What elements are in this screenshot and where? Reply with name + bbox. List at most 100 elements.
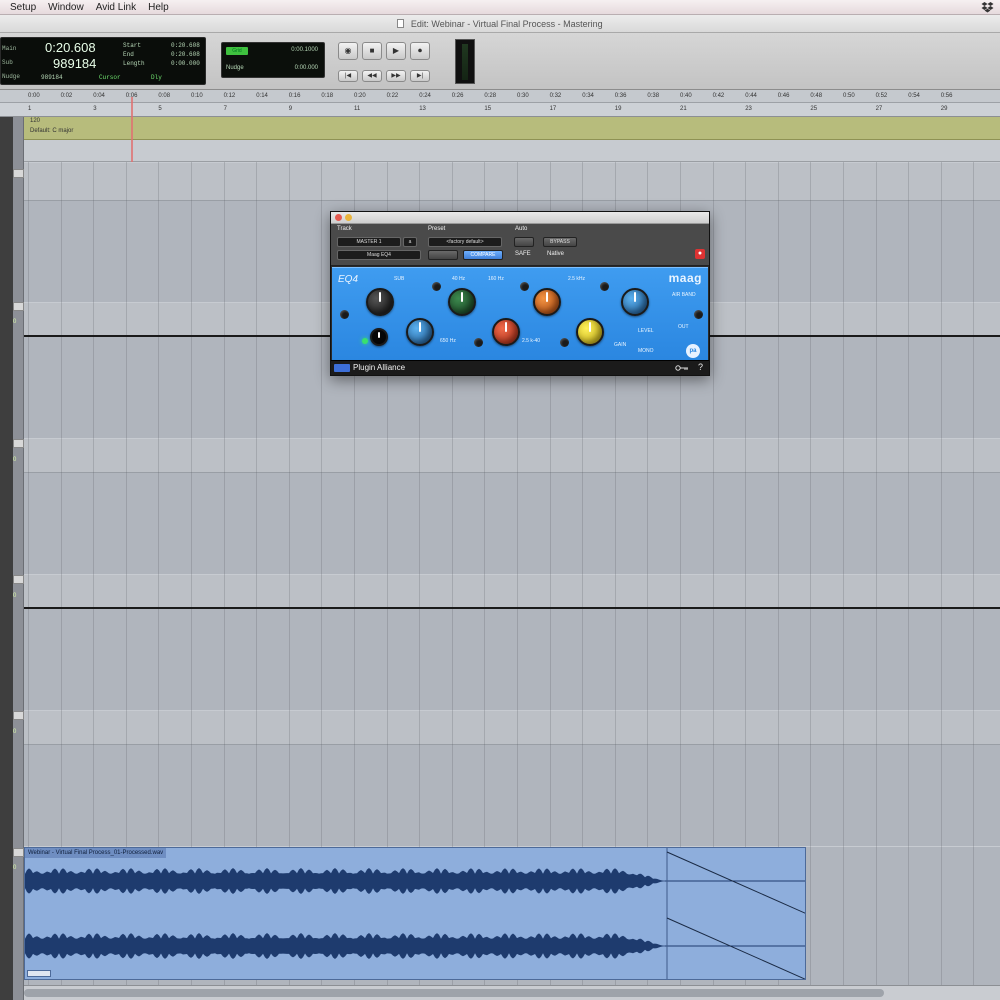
input-knob[interactable] <box>370 328 388 346</box>
ruler-time-label: 0:22 <box>386 93 399 99</box>
plugin-alliance-logo-icon <box>334 364 350 372</box>
track-header-button[interactable] <box>13 575 24 584</box>
nudge-value[interactable]: 0:00.000 <box>295 65 318 71</box>
ruler-time-label: 0:18 <box>321 93 334 99</box>
menu-setup[interactable]: Setup <box>10 2 36 13</box>
2-5khz-gain-knob[interactable] <box>533 288 561 316</box>
plugin-power-icon[interactable]: ● <box>695 249 705 259</box>
fade-out-curve[interactable] <box>666 851 806 914</box>
sub-gain-knob[interactable] <box>366 288 394 316</box>
start-value[interactable]: 0:20.608 <box>171 42 200 49</box>
fast-forward-button[interactable]: ▶▶ <box>386 70 406 82</box>
preset-selector[interactable]: <factory default> <box>428 237 502 247</box>
track-list-edge <box>0 117 13 1000</box>
tempo-marker[interactable]: 120 <box>30 118 40 124</box>
track-volume: 0 <box>13 729 17 735</box>
cursor-label: Cursor <box>99 74 121 81</box>
ruler-bar-label: 15 <box>484 106 492 112</box>
eq4-logo: EQ4 <box>338 274 359 285</box>
650hz-gain-knob[interactable] <box>492 318 520 346</box>
ruler-bar-label: 5 <box>158 106 162 112</box>
ruler-time-label: 0:56 <box>940 93 953 99</box>
gain-knob[interactable] <box>576 318 604 346</box>
track-header-button[interactable] <box>13 439 24 448</box>
go-to-end-button[interactable]: ▶| <box>410 70 430 82</box>
track-label: Track <box>337 226 352 232</box>
plugin-alliance-badge-icon: pa <box>686 344 700 358</box>
menu-window[interactable]: Window <box>48 2 84 13</box>
preset-arrows[interactable] <box>428 250 458 260</box>
grid-line <box>843 162 844 1000</box>
ruler-time-label: 0:52 <box>875 93 888 99</box>
timeline-ruler[interactable]: 0:00 0:02 0:04 0:06 0:08 0:10 0:12 0:14 0:16 0:18… <box>0 90 1000 117</box>
waveform-channel <box>25 933 665 959</box>
ruler-bar-label: 7 <box>223 106 227 112</box>
menu-avid-link[interactable]: Avid Link <box>96 2 136 13</box>
track-header-button[interactable] <box>13 711 24 720</box>
key-icon[interactable] <box>675 365 689 371</box>
ruler-time-label: 0:26 <box>451 93 464 99</box>
help-button[interactable]: ? <box>698 362 703 372</box>
ruler-time-label: 0:44 <box>745 93 757 99</box>
menu-help[interactable]: Help <box>148 2 169 13</box>
k25-label: 2.5 kHz <box>568 276 585 282</box>
power-led <box>362 338 368 344</box>
minimize-window-button[interactable] <box>345 214 352 221</box>
audio-clip[interactable]: Webinar - Virtual Final Process_01-Proce… <box>24 847 806 980</box>
track-lane-4[interactable] <box>24 574 1000 710</box>
scroll-thumb[interactable] <box>24 989 884 997</box>
stop-button[interactable]: ■ <box>362 42 382 60</box>
plugin-footer: Plugin Alliance ? <box>331 360 709 375</box>
waveform-channel <box>25 868 665 894</box>
track-slot-selector[interactable]: a <box>403 237 417 247</box>
automation-line[interactable] <box>24 607 1000 609</box>
track-header-button[interactable] <box>13 848 24 857</box>
bypass-button[interactable]: BYPASS <box>543 237 577 247</box>
maag-eq4-panel: EQ4 maag SUB 40 Hz 160 Hz 2.5 kHz AIR BA… <box>332 267 708 362</box>
return-to-zero-button[interactable]: |◀ <box>338 70 358 82</box>
air-band-knob[interactable] <box>621 288 649 316</box>
safe-label[interactable]: SAFE <box>515 251 531 257</box>
end-value[interactable]: 0:20.608 <box>171 51 200 58</box>
close-window-button[interactable] <box>335 214 342 221</box>
compare-button[interactable]: COMPARE <box>463 250 503 260</box>
track-header-button[interactable] <box>13 169 24 178</box>
auto-button[interactable] <box>514 237 534 247</box>
key-signature-marker[interactable]: Default: C major <box>30 128 73 134</box>
nudge-label: Nudge <box>226 65 244 71</box>
bars-beats-ruler[interactable]: 135791113151719212325272931 <box>0 104 1000 116</box>
grid-value[interactable]: 0:00.1000 <box>291 47 318 53</box>
panel-screw <box>432 282 441 291</box>
rewind-button[interactable]: ◀◀ <box>362 70 382 82</box>
plugin-titlebar[interactable] <box>331 212 709 224</box>
plugin-window: Track Preset Auto MASTER 1 a Maag EQ4 <f… <box>330 211 710 376</box>
main-counter-display[interactable]: Main Sub Nudge 0:20.608 989184 Start End… <box>0 37 206 85</box>
track-lane-3[interactable] <box>24 438 1000 574</box>
ruler-spacer <box>24 140 1000 162</box>
length-value[interactable]: 0:00.000 <box>171 60 200 67</box>
online-button[interactable]: ◉ <box>338 42 358 60</box>
fade-out-curve[interactable] <box>666 917 806 980</box>
marker-ruler[interactable]: 120 Default: C major <box>24 117 1000 140</box>
min-sec-ruler[interactable]: 0:00 0:02 0:04 0:06 0:08 0:10 0:12 0:14 0:16 0:18… <box>0 90 1000 103</box>
clip-footer-handle[interactable] <box>27 970 51 977</box>
sub-freq-knob[interactable] <box>406 318 434 346</box>
plugin-alliance-name: Plugin Alliance <box>353 363 406 372</box>
track-volume: 0 <box>13 593 17 599</box>
ruler-bar-label: 13 <box>419 106 426 112</box>
record-button[interactable]: ⏺ <box>410 42 430 60</box>
play-button[interactable]: ▶ <box>386 42 406 60</box>
horizontal-scrollbar[interactable] <box>24 985 1000 1000</box>
plugin-selector[interactable]: Maag EQ4 <box>337 250 421 260</box>
40hz-gain-knob[interactable] <box>448 288 476 316</box>
track-selector[interactable]: MASTER 1 <box>337 237 401 247</box>
ruler-time-label: 0:00 <box>28 93 40 99</box>
track-header-button[interactable] <box>13 302 24 311</box>
ruler-bar-label: 19 <box>614 106 622 112</box>
playhead-cursor[interactable] <box>131 97 133 167</box>
grid-button[interactable]: Grid <box>226 47 248 55</box>
dropbox-icon[interactable] <box>981 1 994 13</box>
ruler-time-label: 0:04 <box>93 93 105 99</box>
track-lane-5[interactable] <box>24 710 1000 846</box>
track-volume: 0 <box>13 865 17 871</box>
